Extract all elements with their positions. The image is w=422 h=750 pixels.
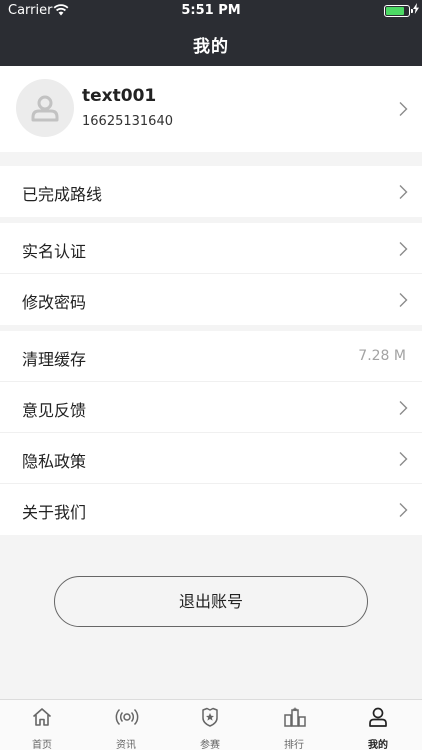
- chevron-right-icon: [399, 293, 408, 307]
- ranking-icon: [284, 707, 306, 727]
- menu-item-label: 关于我们: [22, 503, 87, 522]
- avatar[interactable]: [16, 79, 74, 137]
- menu-item-privacy-policy[interactable]: 隐私政策: [0, 433, 422, 484]
- tab-bar: 首页 资讯 参赛 排行 我的: [0, 699, 422, 750]
- menu-item-label: 意见反馈: [22, 401, 87, 420]
- tab-compete[interactable]: 参赛: [168, 700, 252, 750]
- menu-item-completed-routes[interactable]: 已完成路线: [0, 166, 422, 217]
- menu-item-about-us[interactable]: 关于我们: [0, 484, 422, 535]
- chevron-right-icon: [399, 452, 408, 466]
- tab-home[interactable]: 首页: [0, 700, 84, 750]
- chevron-right-icon: [399, 503, 408, 517]
- chevron-right-icon: [399, 185, 408, 199]
- cache-size: 7.28 M: [358, 348, 406, 364]
- phone-number: 16625131640: [82, 114, 173, 129]
- badge-icon: [202, 707, 218, 727]
- menu-item-label: 修改密码: [22, 293, 87, 312]
- user-icon: [369, 707, 387, 727]
- tab-label: 首页: [32, 740, 52, 750]
- tab-ranking[interactable]: 排行: [252, 700, 336, 750]
- chevron-right-icon: [399, 401, 408, 415]
- tab-label: 我的: [368, 740, 388, 750]
- header: Carrier 5:51 PM 我的: [0, 0, 422, 66]
- page-title: 我的: [193, 37, 229, 57]
- username: text001: [82, 86, 157, 106]
- menu-item-label: 隐私政策: [22, 452, 87, 471]
- broadcast-icon: [115, 708, 139, 726]
- menu-group-routes: 已完成路线: [0, 166, 422, 217]
- logout-button[interactable]: 退出账号: [54, 576, 368, 627]
- tab-label: 排行: [284, 740, 304, 750]
- menu-group-account: 实名认证 修改密码: [0, 223, 422, 325]
- menu-item-feedback[interactable]: 意见反馈: [0, 382, 422, 433]
- home-icon: [32, 708, 52, 726]
- charging-bolt-icon: [413, 3, 419, 14]
- tab-label: 资讯: [116, 740, 136, 750]
- menu-group-misc: 清理缓存 7.28 M 意见反馈 隐私政策 关于我们: [0, 331, 422, 535]
- battery-fill: [386, 7, 404, 15]
- menu-item-label: 已完成路线: [22, 185, 103, 204]
- chevron-right-icon: [399, 242, 408, 256]
- tab-mine[interactable]: 我的: [336, 700, 420, 750]
- clock: 5:51 PM: [181, 3, 241, 18]
- menu-item-label: 清理缓存: [22, 350, 87, 369]
- battery-icon: [384, 5, 413, 17]
- menu-item-label: 实名认证: [22, 242, 87, 261]
- tab-label: 参赛: [200, 740, 220, 750]
- menu-item-real-name-auth[interactable]: 实名认证: [0, 223, 422, 274]
- menu-item-change-password[interactable]: 修改密码: [0, 274, 422, 325]
- menu-item-clear-cache[interactable]: 清理缓存 7.28 M: [0, 331, 422, 382]
- status-bar: Carrier 5:51 PM: [0, 0, 422, 22]
- chevron-right-icon: [399, 102, 408, 116]
- tab-news[interactable]: 资讯: [84, 700, 168, 750]
- profile-card[interactable]: text001 16625131640: [0, 66, 422, 152]
- user-placeholder-icon: [31, 95, 59, 122]
